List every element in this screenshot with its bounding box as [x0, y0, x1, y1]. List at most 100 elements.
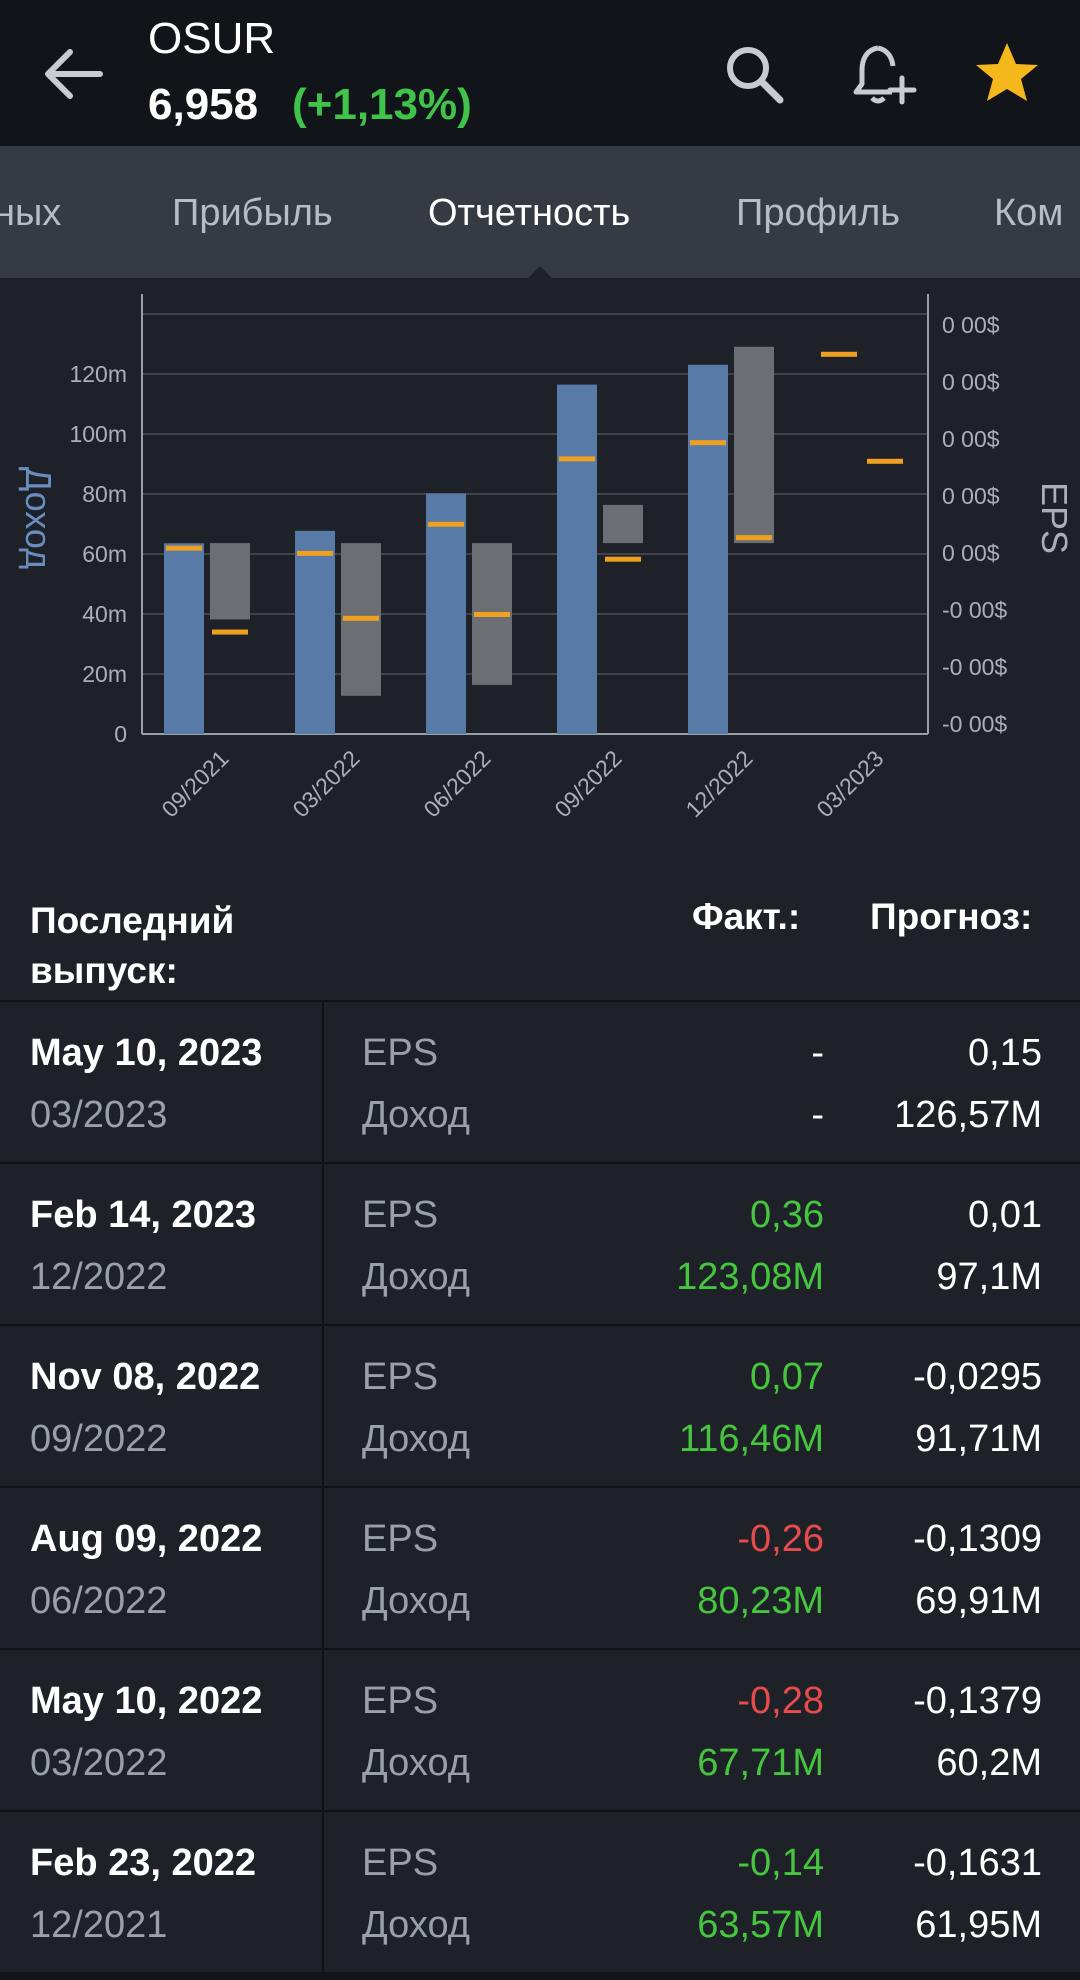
revenue-actual: 80,23M: [697, 1580, 824, 1622]
revenue-label: Доход: [362, 1580, 470, 1622]
revenue-actual: 123,08M: [676, 1256, 824, 1298]
fiscal-period: 12/2021: [30, 1904, 168, 1946]
y2-tick-label: 0 00$: [942, 312, 1000, 338]
eps-actual: -0,28: [737, 1680, 824, 1722]
eps-forecast: 0,15: [968, 1032, 1042, 1074]
x-tick-label: 09/2021: [156, 745, 233, 822]
revenue-actual: 116,46M: [678, 1418, 824, 1460]
search-icon[interactable]: [720, 40, 790, 110]
eps-label: EPS: [362, 1518, 439, 1560]
earnings-row[interactable]: May 10, 2022 03/2022 EPS Доход -0,28 67,71M -0…: [0, 1648, 1080, 1812]
eps-forecast-mark: [212, 629, 248, 635]
star-favorite-icon[interactable]: [972, 38, 1042, 108]
earnings-chart: 0 20m 40m 60m 80m 100m 120m -0 00$ -0 00$ -0 00$ 0…: [18, 294, 1075, 822]
back-arrow-icon[interactable]: [40, 44, 106, 104]
y-axis-title: Доход: [18, 467, 59, 569]
fiscal-period: 03/2023: [30, 1094, 168, 1136]
eps-forecast-mark: [474, 611, 510, 617]
y-tick-label: 80m: [82, 481, 127, 507]
top-bar: OSUR 6,958 (+1,13%): [0, 0, 1080, 146]
tab-bar: ных Прибыль Отчетность Профиль Ком: [0, 146, 1080, 278]
y2-tick-label: 0 00$: [942, 426, 1000, 452]
x-tick-label: 12/2022: [680, 745, 757, 822]
release-date: Feb 14, 2023: [30, 1194, 257, 1236]
fiscal-period: 09/2022: [30, 1418, 168, 1460]
y-tick-label: 0: [114, 721, 127, 747]
column-separator: [322, 1488, 324, 1650]
earnings-row[interactable]: May 10, 2023 03/2023 EPS Доход - - 0,15 126,57M: [0, 1000, 1080, 1164]
eps-forecast-mark: [605, 556, 641, 562]
column-separator: [322, 1812, 324, 1974]
release-date: May 10, 2022: [30, 1680, 263, 1722]
revenue-label: Доход: [362, 1256, 470, 1298]
eps-actual: 0,07: [750, 1356, 824, 1398]
y2-tick-label: 0 00$: [942, 369, 1000, 395]
earnings-row[interactable]: Feb 23, 2022 12/2021 EPS Доход -0,14 63,57M -0…: [0, 1810, 1080, 1974]
y-tick-label: 20m: [82, 661, 127, 687]
eps-label: EPS: [362, 1356, 439, 1398]
eps-forecast-mark: [736, 535, 772, 541]
y2-tick-label: -0 00$: [942, 597, 1007, 623]
revenue-forecast: 97,1M: [936, 1256, 1042, 1298]
y-tick-label: 100m: [69, 421, 127, 447]
eps-forecast: -0,1631: [913, 1842, 1042, 1884]
y2-axis-title: EPS: [1034, 482, 1075, 554]
revenue-forecast: 60,2M: [936, 1742, 1042, 1784]
column-separator: [322, 1326, 324, 1488]
revenue-actual: -: [811, 1094, 824, 1136]
eps-label: EPS: [362, 1680, 439, 1722]
eps-forecast: -0,0295: [913, 1356, 1042, 1398]
tab-profit[interactable]: Прибыль: [172, 192, 333, 235]
revenue-bar: [557, 384, 597, 734]
revenue-bar: [164, 543, 204, 734]
fiscal-period: 06/2022: [30, 1580, 168, 1622]
eps-forecast: -0,1379: [913, 1680, 1042, 1722]
column-separator: [322, 1164, 324, 1326]
eps-actual: -0,26: [737, 1518, 824, 1560]
revenue-label: Доход: [362, 1742, 470, 1784]
revenue-bar: [426, 493, 466, 734]
eps-bar: [734, 346, 774, 544]
revenue-bar: [295, 530, 335, 734]
release-date: Nov 08, 2022: [30, 1356, 261, 1398]
revenue-bar: [688, 364, 728, 734]
add-alert-bell-icon[interactable]: [848, 40, 918, 110]
y2-tick-label: 0 00$: [942, 483, 1000, 509]
x-tick-label: 03/2023: [811, 745, 888, 822]
earnings-row[interactable]: Aug 09, 2022 06/2022 EPS Доход -0,26 80,23M -0…: [0, 1486, 1080, 1650]
forecast-column-header: Прогноз:: [870, 896, 1033, 937]
tab-reports[interactable]: Отчетность: [428, 192, 630, 235]
actual-column-header: Факт.:: [692, 896, 801, 937]
tab-profile[interactable]: Профиль: [736, 192, 900, 235]
y-tick-label: 60m: [82, 541, 127, 567]
y-tick-label: 120m: [69, 361, 127, 387]
earnings-row[interactable]: Nov 08, 2022 09/2022 EPS Доход 0,07 116,46M -0…: [0, 1324, 1080, 1488]
ticker-symbol: OSUR: [148, 14, 276, 63]
eps-label: EPS: [362, 1032, 439, 1074]
eps-forecast-mark: [343, 615, 379, 621]
eps-forecast-mark: [867, 458, 903, 464]
revenue-forecast-mark: [821, 351, 857, 357]
y2-tick-label: -0 00$: [942, 654, 1007, 680]
y2-tick-label: 0 00$: [942, 540, 1000, 566]
revenue-forecast: 61,95M: [915, 1904, 1042, 1946]
eps-actual: -0,14: [737, 1842, 824, 1884]
tab-partial-right[interactable]: Ком: [994, 192, 1063, 235]
revenue-forecast-mark: [297, 550, 333, 556]
column-separator: [322, 1002, 324, 1164]
price-change: (+1,13%): [292, 80, 472, 129]
revenue-forecast: 126,57M: [894, 1094, 1042, 1136]
eps-actual: -: [811, 1032, 824, 1074]
earnings-row[interactable]: Feb 14, 2023 12/2022 EPS Доход 0,36 123,08M 0,…: [0, 1162, 1080, 1326]
release-date: Aug 09, 2022: [30, 1518, 263, 1560]
x-tick-label: 03/2022: [287, 745, 364, 822]
tab-partial-left[interactable]: ных: [0, 192, 61, 235]
eps-bar: [210, 543, 250, 620]
revenue-label: Доход: [362, 1094, 470, 1136]
bottom-edge: [0, 1972, 1080, 1980]
revenue-forecast: 69,91M: [915, 1580, 1042, 1622]
revenue-actual: 63,57M: [697, 1904, 824, 1946]
revenue-label: Доход: [362, 1418, 470, 1460]
x-tick-label: 06/2022: [418, 745, 495, 822]
revenue-forecast-mark: [559, 456, 595, 462]
